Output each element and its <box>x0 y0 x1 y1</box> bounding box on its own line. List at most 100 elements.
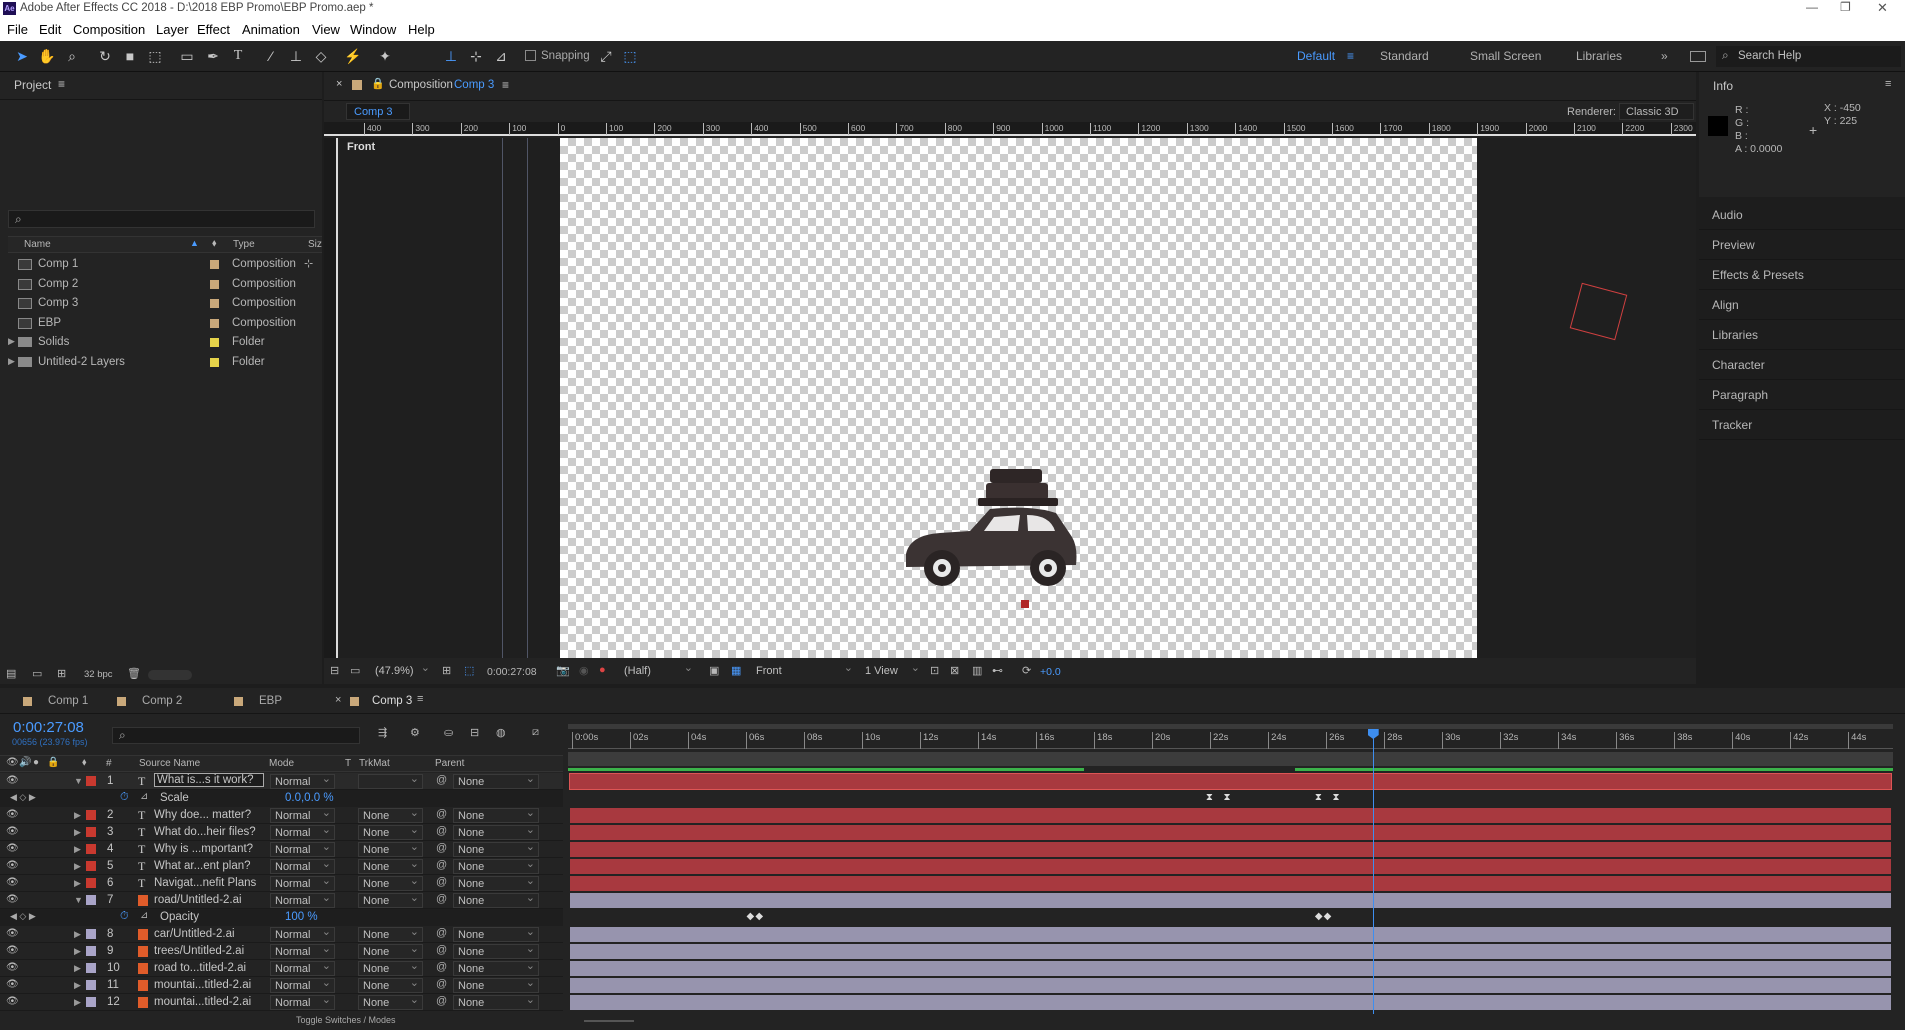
zoom-tool-icon[interactable]: ⌕ <box>62 47 82 65</box>
panel-menu-icon[interactable]: ≡ <box>1885 78 1891 90</box>
panel-align[interactable]: Align <box>1699 290 1904 320</box>
layer-duration-bar[interactable] <box>570 927 1891 942</box>
menu-file[interactable]: File <box>7 22 28 37</box>
project-item[interactable]: EBP Composition <box>8 314 322 333</box>
project-item[interactable]: Comp 2 Composition <box>8 275 322 294</box>
column-type[interactable]: Type <box>233 239 255 250</box>
property-row[interactable]: ◀ ◇ ▶ ⏱ ⊿ Scale 0.0,0.0 % <box>0 790 563 807</box>
layer-duration-bar[interactable] <box>570 876 1891 891</box>
selection-tool-icon[interactable]: ➤ <box>12 47 32 65</box>
track-matte-dropdown[interactable]: None <box>358 840 423 857</box>
eraser-tool-icon[interactable]: ◇ <box>311 47 331 65</box>
label-color-swatch[interactable] <box>210 299 219 308</box>
parent-dropdown[interactable]: None <box>453 874 539 891</box>
layer-label-color[interactable] <box>86 844 96 854</box>
composition-tab-name[interactable]: Comp 3 <box>454 79 494 91</box>
parent-pick-whip-icon[interactable]: @ <box>436 808 447 820</box>
expand-arrow-icon[interactable]: ▶ <box>8 356 15 367</box>
timeline-timecode[interactable]: 0:00:27:08 <box>13 719 84 736</box>
graph-editor-icon[interactable]: ⧄ <box>532 726 539 739</box>
magnification-dropdown[interactable]: (47.9%) <box>371 661 433 679</box>
blend-mode-dropdown[interactable]: Normal <box>270 959 335 976</box>
layer-row[interactable]: 👁 ▶ 5 T What ar...ent plan? Normal None @ None <box>0 857 563 875</box>
type-tool-icon[interactable]: T <box>228 47 248 65</box>
layer-name[interactable]: trees/Untitled-2.ai <box>154 945 264 957</box>
layer-label-color[interactable] <box>86 827 96 837</box>
layer-row[interactable]: 👁 ▶ 12 mountai...titled-2.ai Normal None @ None <box>0 993 563 1011</box>
visibility-eye-icon[interactable]: 👁 <box>6 945 19 956</box>
visibility-eye-icon[interactable]: 👁 <box>6 826 19 837</box>
layer-row[interactable]: 👁 ▶ 8 car/Untitled-2.ai Normal None @ None <box>0 925 563 943</box>
track-matte-dropdown[interactable]: None <box>358 942 423 959</box>
interpret-footage-icon[interactable]: ▤ <box>6 667 16 680</box>
column-name[interactable]: Name <box>24 239 51 250</box>
panel-tracker[interactable]: Tracker <box>1699 410 1904 440</box>
layer-row[interactable]: 👁 ▶ 11 mountai...titled-2.ai Normal None @ None <box>0 976 563 994</box>
close-icon[interactable]: ✕ <box>1877 0 1891 16</box>
layer-duration-bar[interactable] <box>570 859 1891 874</box>
layer-search-input[interactable]: ⌕ <box>112 727 360 744</box>
parent-pick-whip-icon[interactable]: @ <box>436 944 447 956</box>
visibility-eye-icon[interactable]: 👁 <box>6 843 19 854</box>
monitor-icon[interactable]: ▭ <box>350 664 360 677</box>
blend-mode-dropdown[interactable]: Normal <box>270 857 335 874</box>
visibility-eye-icon[interactable]: 👁 <box>6 877 19 888</box>
layer-label-color[interactable] <box>86 810 96 820</box>
reset-exposure-icon[interactable]: ⟳ <box>1022 664 1031 677</box>
visibility-eye-icon[interactable]: 👁 <box>6 775 19 786</box>
parent-dropdown[interactable]: None <box>453 891 539 908</box>
layer-duration-bar[interactable] <box>570 944 1891 959</box>
layer-label-color[interactable] <box>86 980 96 990</box>
keyframe-marker[interactable]: ◆ <box>747 911 755 922</box>
expand-arrow-icon[interactable]: ▶ <box>74 997 81 1008</box>
blend-mode-dropdown[interactable]: Normal <box>270 925 335 942</box>
shy-layers-icon[interactable]: ⛀ <box>444 726 453 739</box>
parent-pick-whip-icon[interactable]: @ <box>436 859 447 871</box>
blend-mode-dropdown[interactable]: Normal <box>270 772 335 789</box>
menu-edit[interactable]: Edit <box>39 22 61 37</box>
comp-mini-flowchart-icon[interactable]: ⇶ <box>378 726 387 739</box>
layer-row[interactable]: 👁 ▶ 2 T Why doe... matter? Normal None @ None <box>0 806 563 824</box>
parent-dropdown[interactable]: None <box>453 959 539 976</box>
layer-row[interactable]: 👁 ▶ 10 road to...titled-2.ai Normal None @ None <box>0 959 563 977</box>
parent-dropdown[interactable]: None <box>453 772 539 789</box>
snap-edges-icon[interactable]: ⤢ <box>596 47 616 65</box>
layer-row[interactable]: 👁 ▼ 1 T What is...s it work? Normal @ None <box>0 772 563 790</box>
trash-icon[interactable]: 🗑 <box>127 667 141 680</box>
layer-duration-bar[interactable] <box>570 978 1891 993</box>
keyframe-nav-icon[interactable]: ◀ ◇ ▶ <box>10 792 36 803</box>
layer-row[interactable]: 👁 ▶ 3 T What do...heir files? Normal None @ None <box>0 823 563 841</box>
layer-label-color[interactable] <box>86 946 96 956</box>
property-value[interactable]: 100 % <box>285 911 318 923</box>
track-matte-dropdown[interactable]: None <box>358 925 423 942</box>
column-trkmat[interactable]: TrkMat <box>359 758 390 769</box>
comp-canvas[interactable] <box>560 138 1477 658</box>
layer-label-color[interactable] <box>86 895 96 905</box>
property-row[interactable]: ◀ ◇ ▶ ⏱ ⊿ Opacity 100 % <box>0 909 563 926</box>
timeline-toggle-icon[interactable]: ▥ <box>972 664 982 677</box>
blend-mode-dropdown[interactable]: Normal <box>270 806 335 823</box>
workspace-menu-icon[interactable]: ≡ <box>1347 49 1354 63</box>
flowchart-icon[interactable]: ⊷ <box>992 664 1003 677</box>
panel-paragraph[interactable]: Paragraph <box>1699 380 1904 410</box>
graph-icon[interactable]: ⊿ <box>140 791 148 802</box>
snapping-checkbox[interactable] <box>525 50 536 61</box>
zoom-slider[interactable] <box>584 1020 634 1022</box>
layer-name[interactable]: road to...titled-2.ai <box>154 962 264 974</box>
expand-arrow-icon[interactable]: ▶ <box>74 980 81 991</box>
menu-composition[interactable]: Composition <box>73 22 145 37</box>
layer-label-color[interactable] <box>86 929 96 939</box>
parent-pick-whip-icon[interactable]: @ <box>436 961 447 973</box>
rotate-tool-icon[interactable]: ↻ <box>95 47 115 65</box>
project-item[interactable]: Comp 1 Composition ⊹ <box>8 255 322 274</box>
collapse-arrow-icon[interactable]: ▼ <box>74 776 83 786</box>
menu-effect[interactable]: Effect <box>197 22 230 37</box>
menu-layer[interactable]: Layer <box>156 22 189 37</box>
pen-tool-icon[interactable]: ✒ <box>203 47 223 65</box>
flowchart-slider[interactable] <box>148 670 192 680</box>
panel-menu-icon[interactable]: ≡ <box>502 78 509 92</box>
frame-blending-icon[interactable]: ⊟ <box>470 726 479 739</box>
show-snapshot-icon[interactable]: ◉ <box>579 664 589 677</box>
visibility-eye-icon[interactable]: 👁 <box>6 894 19 905</box>
close-tab-icon[interactable]: × <box>336 78 342 90</box>
